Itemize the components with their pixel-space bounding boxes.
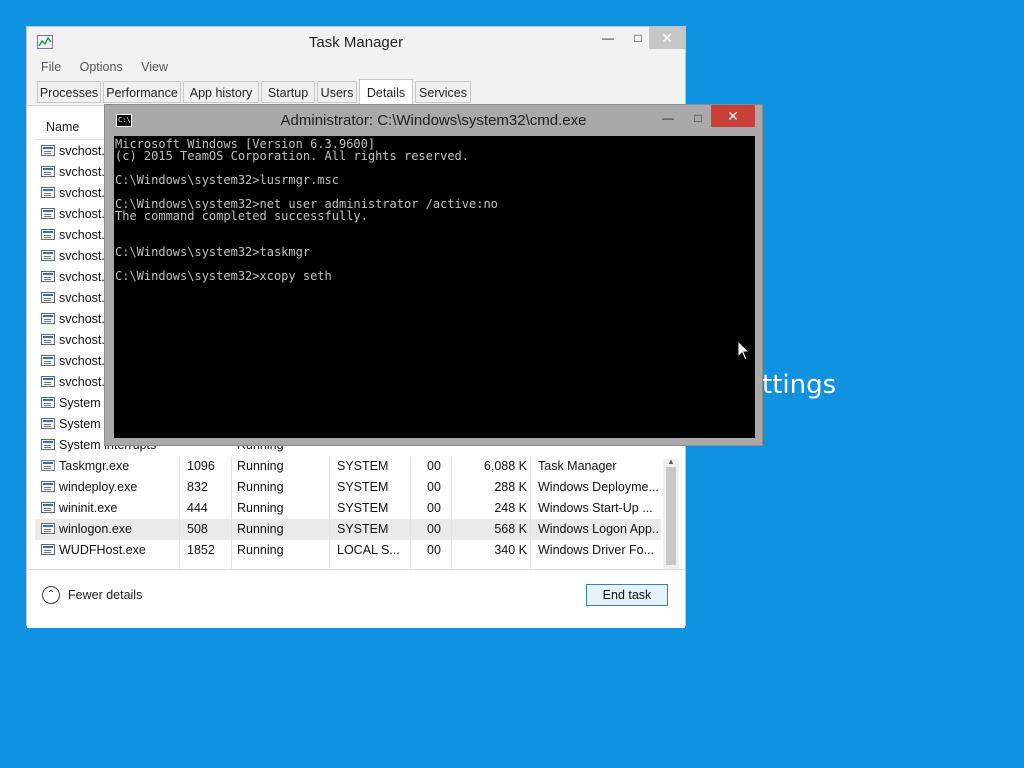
console-line: C:\Windows\system32>xcopy seth: [115, 269, 332, 283]
task-manager-titlebar[interactable]: Task Manager — □ ✕: [27, 27, 685, 57]
minimize-button[interactable]: —: [593, 27, 623, 49]
process-icon: [41, 166, 55, 177]
tab-details[interactable]: Details: [359, 79, 413, 105]
process-pid: 1852: [187, 543, 215, 557]
tab-bar: Processes Performance App history Startu…: [27, 79, 685, 106]
process-icon: [41, 481, 55, 492]
task-manager-title: Task Manager: [308, 34, 404, 51]
cmd-maximize-button[interactable]: □: [683, 107, 713, 129]
process-user: SYSTEM: [337, 480, 389, 494]
process-user: SYSTEM: [337, 459, 389, 473]
process-icon: [41, 439, 55, 450]
process-memory: 568 K: [494, 522, 527, 536]
tab-processes[interactable]: Processes: [37, 81, 101, 103]
table-row[interactable]: windeploy.exe 832 Running SYSTEM 00 288 K Wind…: [35, 477, 661, 498]
cmd-window[interactable]: C:\ Administrator: C:\Windows\system32\c…: [104, 104, 763, 446]
console-line: (c) 2015 TeamOS Corporation. All rights …: [115, 149, 470, 163]
process-icon: [41, 271, 55, 282]
end-task-button[interactable]: End task: [586, 584, 668, 606]
process-status: Running: [237, 543, 284, 557]
process-pid: 832: [187, 480, 208, 494]
process-user: LOCAL S...: [337, 543, 400, 557]
mouse-pointer-icon: [737, 340, 751, 361]
process-name: wininit.exe: [59, 501, 118, 515]
process-status: Running: [237, 522, 284, 536]
process-cpu: 00: [427, 522, 441, 536]
process-cpu: 00: [427, 459, 441, 473]
process-icon: [41, 208, 55, 219]
process-icon: [41, 544, 55, 555]
process-status: Running: [237, 480, 284, 494]
process-icon: [41, 187, 55, 198]
tab-app-history[interactable]: App history: [183, 81, 259, 103]
process-icon: [41, 334, 55, 345]
tab-users[interactable]: Users: [317, 81, 357, 103]
table-row[interactable]: WUDFHost.exe 1852 Running LOCAL S... 00 340 K…: [35, 540, 661, 561]
console-line: The command completed successfully.: [115, 209, 368, 223]
console-line: C:\Windows\system32>lusrmgr.msc: [115, 173, 339, 187]
process-icon: [41, 145, 55, 156]
console-line: C:\Windows\system32>taskmgr: [115, 245, 311, 259]
tab-services[interactable]: Services: [415, 81, 471, 103]
process-icon: [41, 355, 55, 366]
scrollbar-thumb[interactable]: [666, 467, 676, 565]
menu-bar: File Options View: [27, 57, 685, 79]
cmd-close-button[interactable]: ✕: [711, 105, 755, 127]
process-description: Windows Logon App...: [538, 522, 660, 536]
fewer-details-link[interactable]: Fewer details: [68, 588, 142, 602]
menu-options[interactable]: Options: [80, 60, 123, 74]
process-pid: 1096: [187, 459, 215, 473]
tab-startup[interactable]: Startup: [261, 81, 315, 103]
process-icon: [41, 460, 55, 471]
table-row[interactable]: Taskmgr.exe 1096 Running SYSTEM 00 6,088 K Tas…: [35, 456, 661, 477]
process-name: winlogon.exe: [59, 522, 132, 536]
process-status: Running: [237, 459, 284, 473]
tab-performance[interactable]: Performance: [103, 81, 181, 103]
process-description: Windows Deployme...: [538, 480, 659, 494]
process-icon: [41, 376, 55, 387]
task-manager-footer: ⌃ Fewer details End task: [27, 569, 685, 628]
process-icon: [41, 250, 55, 261]
process-pid: 444: [187, 501, 208, 515]
process-memory: 6,088 K: [483, 459, 527, 473]
scroll-up-arrow-icon[interactable]: ▲: [667, 457, 675, 466]
process-memory: 340 K: [494, 543, 527, 557]
process-name: windeploy.exe: [59, 480, 138, 494]
menu-view[interactable]: View: [141, 60, 168, 74]
process-description: Task Manager: [538, 459, 617, 473]
process-cpu: 00: [427, 480, 441, 494]
table-row[interactable]: wininit.exe 444 Running SYSTEM 00 248 K Window…: [35, 498, 661, 519]
process-memory: 248 K: [494, 501, 527, 515]
cmd-minimize-button[interactable]: —: [653, 107, 683, 129]
cmd-titlebar[interactable]: C:\ Administrator: C:\Windows\system32\c…: [105, 105, 762, 135]
column-name-label: Name: [46, 120, 80, 134]
process-description: Windows Driver Fo...: [538, 543, 654, 557]
chevron-up-icon[interactable]: ⌃: [42, 586, 60, 604]
process-icon: [41, 229, 55, 240]
table-row[interactable]: winlogon.exe 508 Running SYSTEM 00 568 K Windo…: [35, 519, 661, 540]
process-user: SYSTEM: [337, 501, 389, 515]
process-name: WUDFHost.exe: [59, 543, 146, 557]
process-icon: [41, 523, 55, 534]
console-output[interactable]: Microsoft Windows [Version 6.3.9600] (c) …: [114, 136, 755, 438]
process-status: Running: [237, 501, 284, 515]
vertical-scrollbar[interactable]: ▲ ▼: [663, 457, 679, 583]
process-name: Taskmgr.exe: [59, 459, 130, 473]
close-button[interactable]: ✕: [649, 27, 685, 49]
process-icon: [41, 397, 55, 408]
process-description: Windows Start-Up ...: [538, 501, 653, 515]
process-user: SYSTEM: [337, 522, 389, 536]
process-icon: [41, 418, 55, 429]
process-cpu: 00: [427, 543, 441, 557]
process-icon: [41, 502, 55, 513]
process-icon: [41, 292, 55, 303]
menu-file[interactable]: File: [41, 60, 61, 74]
process-memory: 288 K: [494, 480, 527, 494]
process-pid: 508: [187, 522, 208, 536]
process-cpu: 00: [427, 501, 441, 515]
process-icon: [41, 313, 55, 324]
